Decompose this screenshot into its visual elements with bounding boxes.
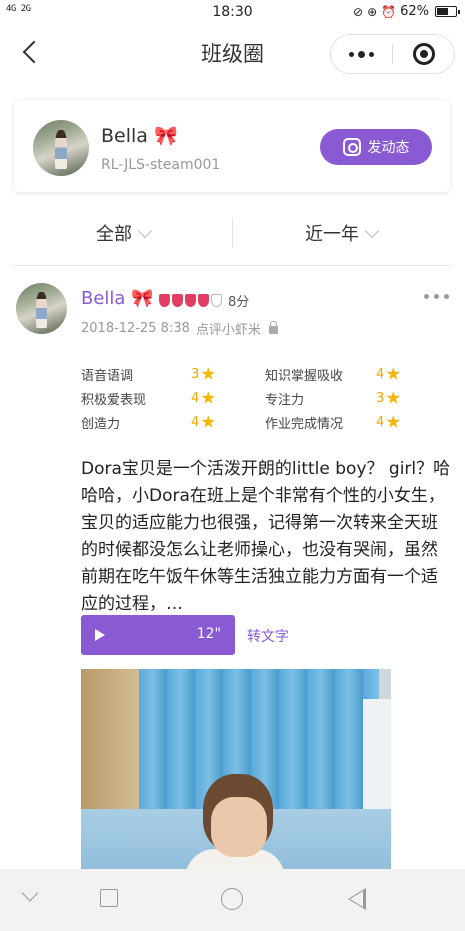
score-label: 知识掌握吸收 — [265, 368, 344, 384]
voice-message-button[interactable]: 12" — [81, 615, 235, 655]
medal-rating: 8分 — [159, 291, 249, 310]
filter-bar: 全部 近一年 — [14, 204, 450, 266]
profile-name: Bella 🎀 — [101, 125, 178, 147]
score-label: 8分 — [228, 295, 250, 310]
star-icon — [386, 415, 401, 428]
dot-icon — [358, 50, 365, 58]
score-value: 3 — [191, 367, 216, 382]
star-icon — [386, 391, 401, 404]
camera-icon — [342, 138, 361, 156]
voice-duration: 12" — [196, 626, 221, 642]
dot-icon — [424, 294, 429, 299]
avatar[interactable] — [33, 120, 89, 176]
profile-id: RL-JLS-steam001 — [101, 157, 221, 173]
score-row: 创造力 4 — [81, 411, 216, 433]
score-row: 积极爱表现 4 — [81, 387, 216, 409]
target-icon — [412, 43, 435, 65]
nfc-icon: ⊘ — [353, 4, 364, 19]
post-avatar[interactable] — [16, 283, 67, 334]
status-bar: 4G 2G 18:30 ⊘ ⊕ ⏰ 62% — [0, 0, 465, 26]
lock-icon — [268, 321, 278, 334]
post-more-button[interactable] — [424, 294, 449, 299]
new-post-label: 发动态 — [367, 140, 410, 156]
battery-percent: 62% — [400, 4, 429, 19]
new-post-button[interactable]: 发动态 — [320, 129, 432, 165]
chevron-down-icon — [364, 223, 380, 238]
scope-filter[interactable]: 全部 — [14, 204, 232, 262]
score-row: 知识掌握吸收 4 — [265, 363, 401, 385]
screen: 4G 2G 18:30 ⊘ ⊕ ⏰ 62% 班级圈 Bella 🎀 RL-JLS… — [0, 0, 465, 931]
play-icon — [95, 629, 105, 641]
score-row: 语音语调 3 — [81, 363, 216, 385]
medal-filled-icon — [198, 294, 209, 307]
star-icon — [386, 367, 401, 380]
dot-icon — [434, 294, 439, 299]
post-author[interactable]: Bella 🎀 — [81, 288, 154, 309]
battery-icon — [435, 6, 460, 17]
recents-icon[interactable] — [100, 889, 118, 907]
score-value: 4 — [191, 415, 216, 430]
dot-icon — [349, 51, 354, 57]
close-miniprogram-button[interactable] — [393, 35, 454, 73]
system-nav-bar — [0, 869, 465, 931]
score-label: 创造力 — [81, 416, 121, 432]
score-value: 3 — [376, 391, 401, 406]
post-reviewer: 点评小虾米 — [195, 323, 261, 338]
star-icon — [201, 415, 216, 428]
status-right: ⊘ ⊕ ⏰ 62% — [353, 4, 460, 19]
profile-card: Bella 🎀 RL-JLS-steam001 发动态 — [14, 100, 450, 192]
convert-to-text-link[interactable]: 转文字 — [247, 626, 289, 646]
post-text[interactable]: Dora宝贝是一个活泼开朗的little boy？ girl？哈哈哈，小Dora… — [81, 456, 453, 618]
nav-bar: 班级圈 — [0, 26, 465, 82]
hide-nav-icon[interactable] — [21, 884, 39, 902]
post-date: 2018-12-25 8:38 — [81, 321, 190, 336]
miniprogram-capsule — [330, 34, 455, 74]
more-menu-button[interactable] — [331, 35, 392, 73]
medal-empty-icon — [211, 294, 222, 307]
dot-icon — [369, 51, 374, 57]
medal-filled-icon — [185, 294, 196, 307]
score-row: 专注力 3 — [265, 387, 401, 409]
sync-icon: ⊕ — [367, 4, 378, 19]
medal-filled-icon — [172, 294, 183, 307]
score-label: 作业完成情况 — [265, 416, 344, 432]
score-label: 语音语调 — [81, 368, 134, 384]
dot-icon — [444, 294, 449, 299]
home-icon[interactable] — [221, 888, 243, 910]
alarm-icon: ⏰ — [381, 4, 397, 19]
star-icon — [201, 367, 216, 380]
score-value: 4 — [376, 367, 401, 382]
scope-filter-label: 全部 — [96, 224, 132, 245]
period-filter-label: 近一年 — [305, 224, 359, 245]
score-label: 积极爱表现 — [81, 392, 147, 408]
system-back-icon[interactable] — [348, 888, 366, 910]
chevron-down-icon — [137, 223, 153, 238]
post-meta: 2018-12-25 8:38 点评小虾米 — [81, 319, 278, 338]
post-photo[interactable] — [81, 669, 391, 899]
medal-filled-icon — [159, 294, 170, 307]
period-filter[interactable]: 近一年 — [232, 204, 450, 262]
score-label: 专注力 — [265, 392, 305, 408]
star-icon — [201, 391, 216, 404]
score-value: 4 — [191, 391, 216, 406]
score-row: 作业完成情况 4 — [265, 411, 401, 433]
score-value: 4 — [376, 415, 401, 430]
